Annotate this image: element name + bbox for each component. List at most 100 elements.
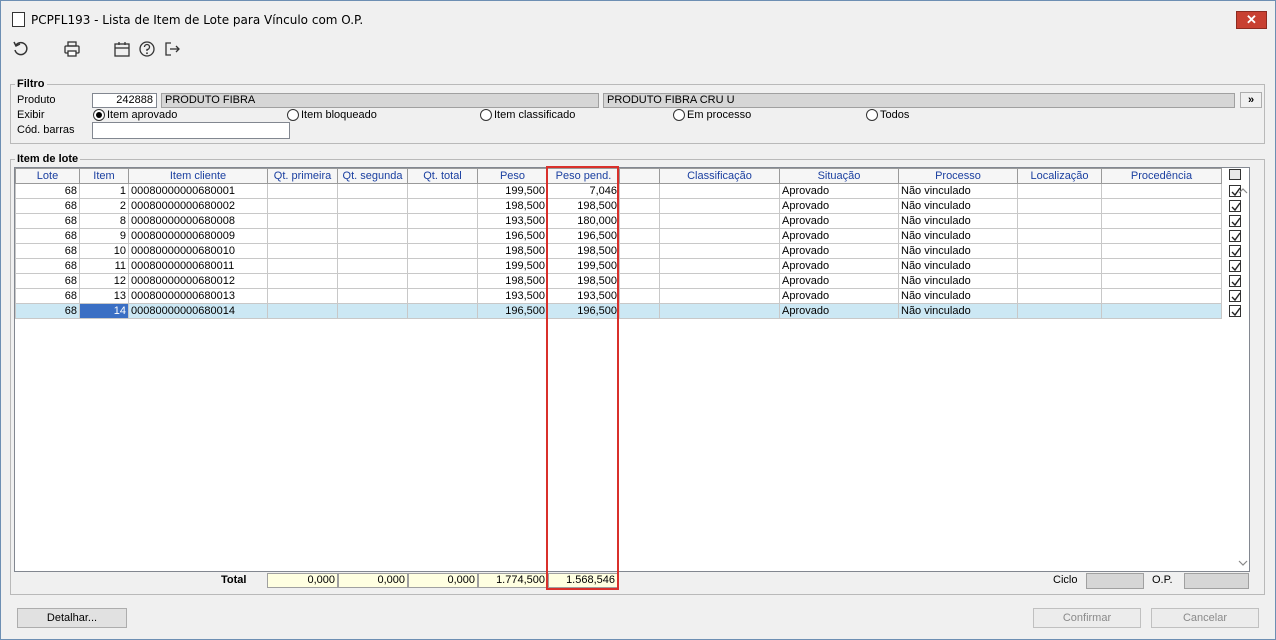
radio-circle	[866, 109, 878, 121]
confirmar-button[interactable]: Confirmar	[1033, 608, 1141, 628]
close-button[interactable]: ✕	[1236, 11, 1267, 29]
printer-icon[interactable]	[62, 39, 82, 59]
cell-proc	[1101, 273, 1222, 289]
cell-qtt	[407, 273, 478, 289]
table-row[interactable]: 68 9 00080000000680009 196,500 196,500 Aprova…	[15, 228, 1222, 244]
cell-qt1	[267, 183, 338, 199]
cell-local	[1017, 288, 1102, 304]
column-header[interactable]: Item	[79, 168, 129, 184]
radio-item-bloqueado[interactable]: Item bloqueado	[287, 109, 377, 121]
table-row[interactable]: 68 11 00080000000680011 199,500 199,500 Aprov…	[15, 258, 1222, 274]
cell-x	[619, 228, 660, 244]
table-row[interactable]: 68 14 00080000000680014 196,500 196,500 Aprov…	[15, 303, 1222, 319]
radio-label: Item classificado	[494, 109, 576, 121]
column-header[interactable]: Procedência	[1101, 168, 1222, 184]
column-header[interactable]: Qt. primeira	[267, 168, 338, 184]
cell-cliente: 00080000000680009	[128, 228, 268, 244]
column-header[interactable]: Processo	[898, 168, 1018, 184]
cell-local	[1017, 183, 1102, 199]
total-qt-primeira: 0,000	[267, 573, 338, 588]
detalhar-button[interactable]: Detalhar...	[17, 608, 127, 628]
cell-peso: 193,500	[477, 213, 548, 229]
cell-peso: 198,500	[477, 243, 548, 259]
cell-local	[1017, 273, 1102, 289]
table-row[interactable]: 68 12 00080000000680012 198,500 198,500 Aprov…	[15, 273, 1222, 289]
cell-qt2	[337, 273, 408, 289]
cell-classif	[659, 243, 780, 259]
help-icon[interactable]	[137, 39, 157, 59]
cell-item: 10	[79, 243, 129, 259]
cell-lote: 68	[15, 228, 80, 244]
cell-qt2	[337, 183, 408, 199]
cell-qt2	[337, 213, 408, 229]
cell-proc	[1101, 183, 1222, 199]
radio-label: Em processo	[687, 109, 752, 121]
column-header[interactable]: Classificação	[659, 168, 780, 184]
cod-barras-label: Cód. barras	[17, 124, 75, 136]
table-row[interactable]: 68 8 00080000000680008 193,500 180,000 Aprova…	[15, 213, 1222, 229]
item-lote-grid: Lote Item Item cliente Qt. primeira Qt. segu…	[14, 167, 1250, 572]
cell-qt1	[267, 273, 338, 289]
refresh-icon[interactable]	[11, 39, 31, 59]
cell-qtt	[407, 258, 478, 274]
table-row[interactable]: 68 13 00080000000680013 193,500 193,500 Aprov…	[15, 288, 1222, 304]
column-header[interactable]: Qt. total	[407, 168, 478, 184]
vertical-scrollbar[interactable]	[1236, 168, 1250, 571]
cell-classif	[659, 288, 780, 304]
op-label: O.P.	[1152, 574, 1173, 586]
cell-qt2	[337, 243, 408, 259]
cell-peso: 199,500	[477, 258, 548, 274]
cell-pend: 180,000	[547, 213, 620, 229]
cell-classif	[659, 228, 780, 244]
cell-pend: 193,500	[547, 288, 620, 304]
radio-todos[interactable]: Todos	[866, 109, 909, 121]
exit-icon[interactable]	[162, 39, 182, 59]
cell-proc	[1101, 288, 1222, 304]
cell-cliente: 00080000000680012	[128, 273, 268, 289]
total-qt-total: 0,000	[408, 573, 478, 588]
cell-pend: 199,500	[547, 258, 620, 274]
cell-lote: 68	[15, 183, 80, 199]
cell-proc	[1101, 303, 1222, 319]
radio-item-aprovado[interactable]: Item aprovado	[93, 109, 177, 121]
table-row[interactable]: 68 2 00080000000680002 198,500 198,500 Aprova…	[15, 198, 1222, 214]
cod-barras-input[interactable]	[92, 122, 290, 139]
radio-em-processo[interactable]: Em processo	[673, 109, 751, 121]
cell-processo: Não vinculado	[898, 288, 1018, 304]
column-header[interactable]: Lote	[15, 168, 80, 184]
cell-classif	[659, 303, 780, 319]
scroll-up-icon[interactable]	[1236, 184, 1250, 198]
window-title: PCPFL193 - Lista de Item de Lote para Ví…	[31, 13, 364, 27]
cell-item: 12	[79, 273, 129, 289]
cell-item: 11	[79, 258, 129, 274]
column-header[interactable]: Peso pend.	[547, 168, 620, 184]
more-button[interactable]: »	[1240, 92, 1262, 108]
cell-x	[619, 303, 660, 319]
column-header[interactable]: Qt. segunda	[337, 168, 408, 184]
cell-lote: 68	[15, 288, 80, 304]
calendar-icon[interactable]	[112, 39, 132, 59]
column-header[interactable]: Situação	[779, 168, 899, 184]
column-header[interactable]: Localização	[1017, 168, 1102, 184]
cancelar-button[interactable]: Cancelar	[1151, 608, 1259, 628]
cell-lote: 68	[15, 243, 80, 259]
total-peso: 1.774,500	[478, 573, 548, 588]
scroll-down-icon[interactable]	[1236, 556, 1250, 570]
cell-item: 8	[79, 213, 129, 229]
cell-situacao: Aprovado	[779, 288, 899, 304]
column-header[interactable]: Peso	[477, 168, 548, 184]
cell-x	[619, 288, 660, 304]
table-row[interactable]: 68 1 00080000000680001 199,500 7,046 Aprovado…	[15, 183, 1222, 199]
cell-situacao: Aprovado	[779, 303, 899, 319]
column-header[interactable]	[619, 168, 660, 184]
radio-item-classificado[interactable]: Item classificado	[480, 109, 575, 121]
cell-peso: 198,500	[477, 273, 548, 289]
produto-code-input[interactable]: 242888	[92, 93, 157, 108]
table-row[interactable]: 68 10 00080000000680010 198,500 198,500 Aprov…	[15, 243, 1222, 259]
cell-qt2	[337, 288, 408, 304]
radio-circle	[480, 109, 492, 121]
column-header[interactable]: Item cliente	[128, 168, 268, 184]
radio-circle	[93, 109, 105, 121]
cell-peso: 196,500	[477, 303, 548, 319]
cell-item: 9	[79, 228, 129, 244]
